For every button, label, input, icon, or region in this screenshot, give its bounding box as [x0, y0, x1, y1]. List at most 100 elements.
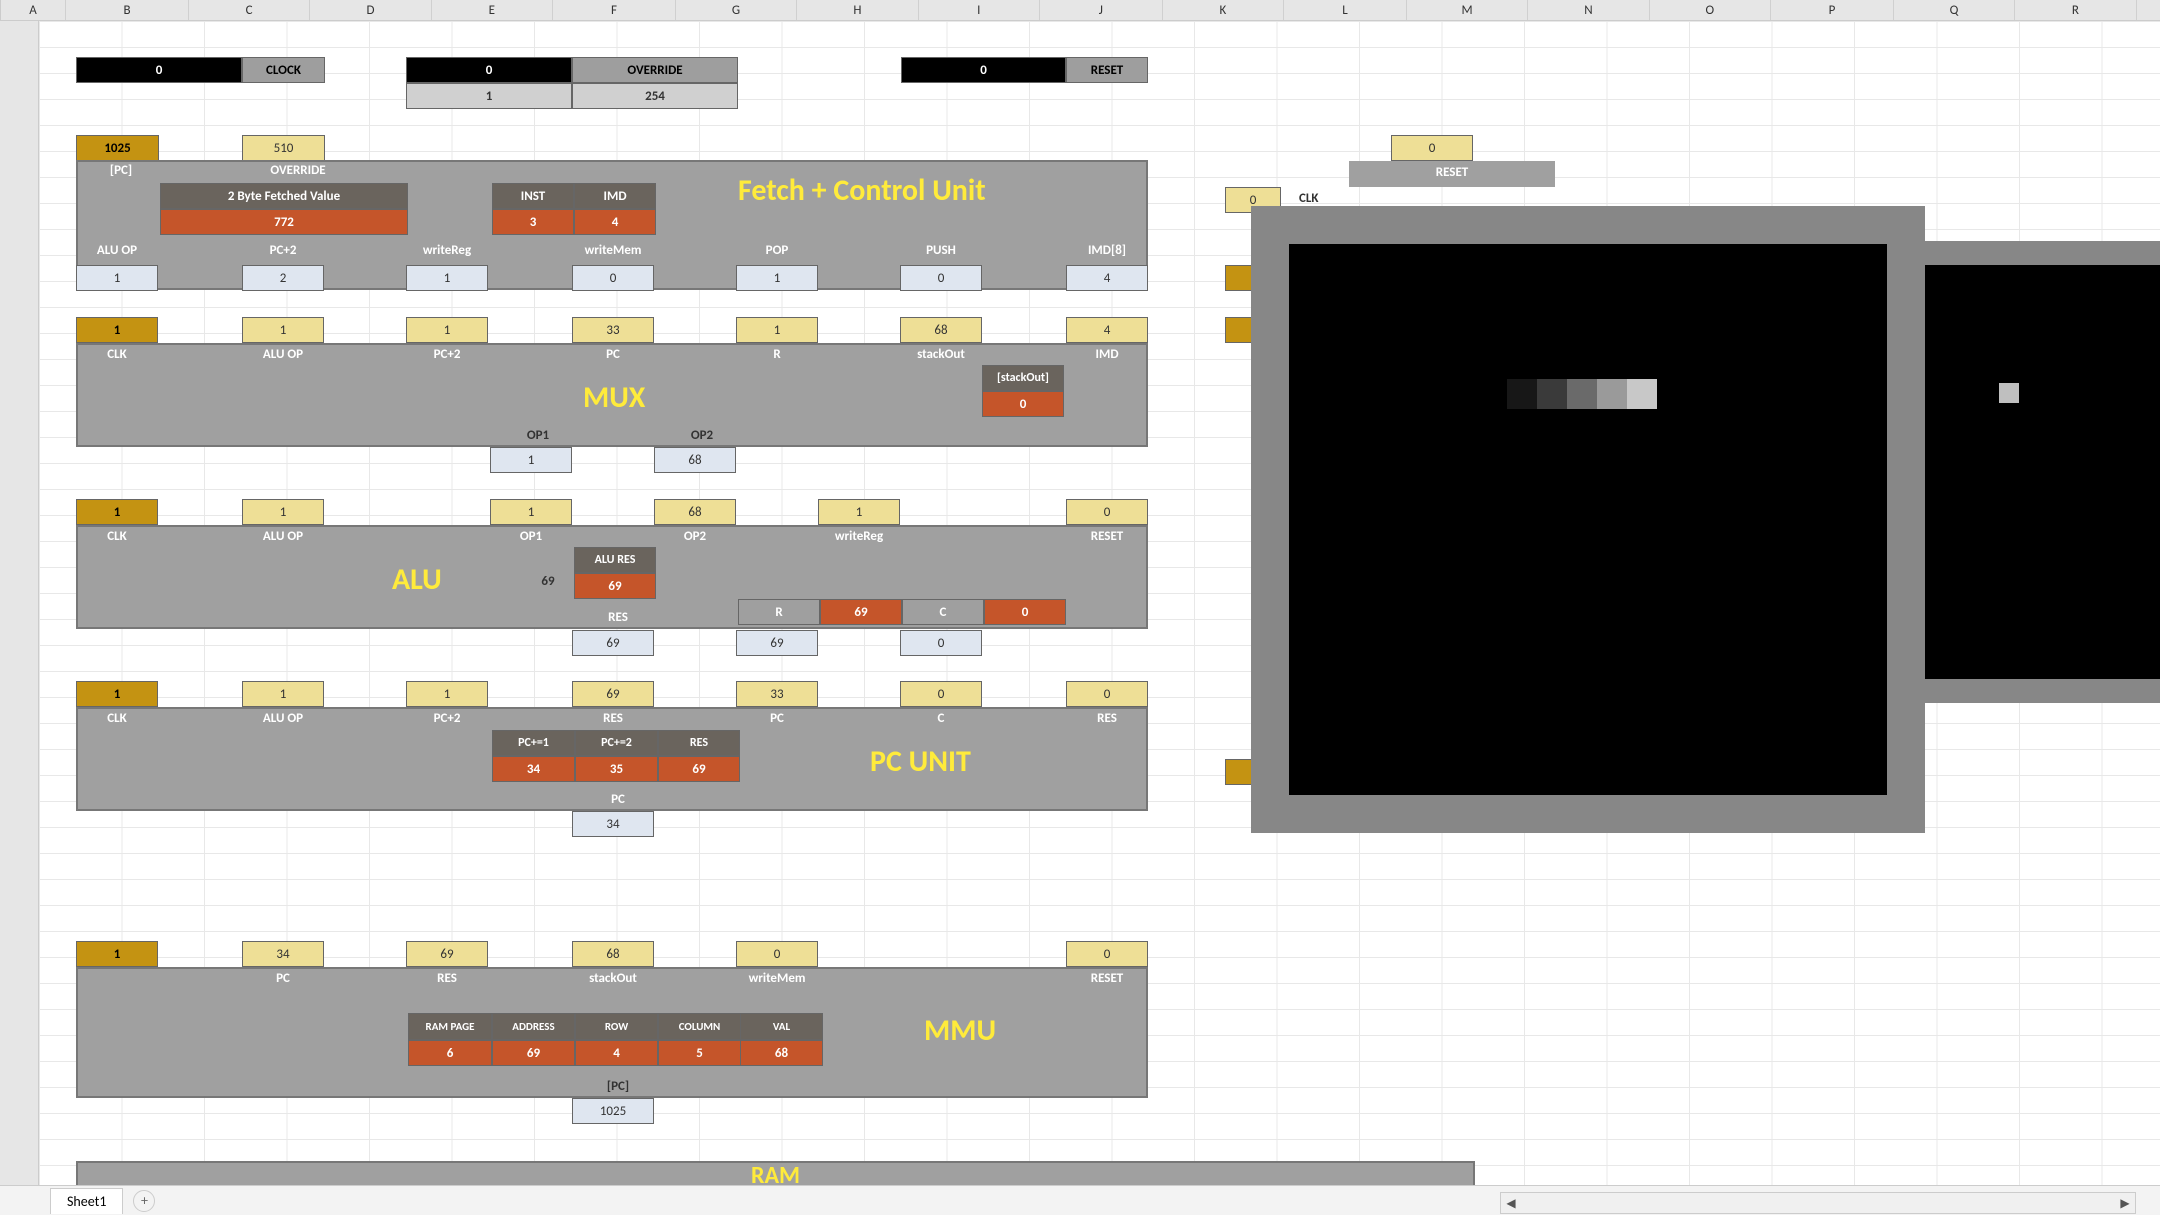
inval-alu-invals-0[interactable]: 1 [76, 499, 158, 525]
mmu-td-2[interactable]: 4 [575, 1040, 658, 1066]
fetch-override-val[interactable]: 510 [242, 135, 325, 161]
inval-mux-invals-0[interactable]: 1 [76, 317, 158, 343]
override-button[interactable]: OVERRIDE [572, 57, 738, 83]
inlbl-mux-invals-5: stackOut [880, 347, 1002, 362]
col-A[interactable]: A [1, 0, 66, 20]
reset-button[interactable]: RESET [1066, 57, 1148, 83]
scroll-right-icon[interactable]: ▶ [2115, 1193, 2135, 1213]
pcres-val[interactable]: 69 [658, 756, 740, 782]
col-L[interactable]: L [1284, 0, 1407, 20]
col-D[interactable]: D [310, 0, 431, 20]
inval-mux-invals-5[interactable]: 68 [900, 317, 982, 343]
inval-mux-invals-4[interactable]: 1 [736, 317, 818, 343]
inval-pc-invals-0[interactable]: 1 [76, 681, 158, 707]
fetch-outval-5[interactable]: 0 [900, 265, 982, 291]
alu-c-val[interactable]: 0 [984, 599, 1066, 625]
col-J[interactable]: J [1040, 0, 1163, 20]
sheet-tab-1[interactable]: Sheet1 [50, 1188, 123, 1214]
col-C[interactable]: C [189, 0, 310, 20]
clock-value[interactable]: 0 [76, 57, 242, 83]
inval-alu-invals-2[interactable]: 1 [490, 499, 572, 525]
mux-op2-label: OP2 [662, 428, 742, 443]
right-top-val[interactable]: 0 [1391, 135, 1473, 161]
inval-mmu-invals-1[interactable]: 34 [242, 941, 324, 967]
inval-mmu-invals-4[interactable]: 0 [736, 941, 818, 967]
inval-mmu-invals-0[interactable]: 1 [76, 941, 158, 967]
fetch-outval-2[interactable]: 1 [406, 265, 488, 291]
right-reset-bar: RESET [1349, 161, 1555, 187]
inlbl-pc-invals-4: PC [716, 711, 838, 726]
add-sheet-button[interactable]: + [133, 1190, 155, 1212]
pc2-val[interactable]: 35 [575, 756, 658, 782]
alu-r-val[interactable]: 69 [820, 599, 902, 625]
fetch-imd-val[interactable]: 4 [574, 209, 656, 235]
mmu-unit: MMU RAM PAGE6ADDRESS69ROW4COLUMN5VAL68 [… [76, 967, 1148, 1098]
col-O[interactable]: O [1650, 0, 1771, 20]
inlbl-pc-invals-6: RES [1046, 711, 1168, 726]
inval-alu-invals-3[interactable]: 68 [654, 499, 736, 525]
fetch-outval-6[interactable]: 4 [1066, 265, 1148, 291]
clock-button[interactable]: CLOCK [242, 57, 325, 83]
inval-pc-invals-5[interactable]: 0 [900, 681, 982, 707]
pc-pc-val[interactable]: 34 [572, 811, 654, 837]
fetch-outval-3[interactable]: 0 [572, 265, 654, 291]
alu-below-res[interactable]: 69 [572, 630, 654, 656]
inval-pc-invals-2[interactable]: 1 [406, 681, 488, 707]
inval-alu-invals-4[interactable]: 1 [818, 499, 900, 525]
horizontal-scrollbar[interactable]: ◀ ▶ [1500, 1192, 2136, 1214]
col-H[interactable]: H [797, 0, 918, 20]
alu-below-c[interactable]: 0 [900, 630, 982, 656]
col-G[interactable]: G [676, 0, 797, 20]
mmu-td-0[interactable]: 6 [408, 1040, 492, 1066]
col-F[interactable]: F [553, 0, 676, 20]
alu-alures-val[interactable]: 69 [574, 573, 656, 599]
pc1-val[interactable]: 34 [492, 756, 575, 782]
mmu-td-1[interactable]: 69 [492, 1040, 575, 1066]
mmu-pc-val[interactable]: 1025 [572, 1098, 654, 1124]
fetch-bytes-val[interactable]: 772 [160, 209, 408, 235]
col-R[interactable]: R [2015, 0, 2136, 20]
col-N[interactable]: N [1528, 0, 1649, 20]
col-B[interactable]: B [66, 0, 189, 20]
inval-mux-invals-2[interactable]: 1 [406, 317, 488, 343]
col-K[interactable]: K [1163, 0, 1284, 20]
fetch-pc-val[interactable]: 1025 [76, 135, 159, 161]
inval-mux-invals-6[interactable]: 4 [1066, 317, 1148, 343]
inval-pc-invals-4[interactable]: 33 [736, 681, 818, 707]
mmu-td-3[interactable]: 5 [658, 1040, 741, 1066]
inval-pc-invals-1[interactable]: 1 [242, 681, 324, 707]
inval-mmu-invals-3[interactable]: 68 [572, 941, 654, 967]
inval-mux-invals-1[interactable]: 1 [242, 317, 324, 343]
inval-pc-invals-6[interactable]: 0 [1066, 681, 1148, 707]
inval-mmu-invals-6[interactable]: 0 [1066, 941, 1148, 967]
fetch-outval-0[interactable]: 1 [76, 265, 158, 291]
mux-op1-val[interactable]: 1 [490, 447, 572, 473]
scroll-left-icon[interactable]: ◀ [1501, 1193, 1521, 1213]
inval-mmu-invals-2[interactable]: 69 [406, 941, 488, 967]
grid-area[interactable]: 0 CLOCK 0 OVERRIDE 1 254 0 RESET 1025 51… [39, 21, 2160, 1185]
inval-alu-invals-1[interactable]: 1 [242, 499, 324, 525]
mmu-td-4[interactable]: 68 [740, 1040, 823, 1066]
mux-op2-val[interactable]: 68 [654, 447, 736, 473]
col-E[interactable]: E [432, 0, 553, 20]
col-P[interactable]: P [1771, 0, 1894, 20]
col-S[interactable]: S [2137, 0, 2160, 20]
mmu-th-2: ROW [575, 1013, 658, 1040]
override-value[interactable]: 0 [406, 57, 572, 83]
col-M[interactable]: M [1407, 0, 1528, 20]
fetch-outval-4[interactable]: 1 [736, 265, 818, 291]
col-I[interactable]: I [919, 0, 1040, 20]
override-sub-a[interactable]: 1 [406, 83, 572, 109]
col-Q[interactable]: Q [1894, 0, 2015, 20]
fetch-outval-1[interactable]: 2 [242, 265, 324, 291]
fetch-inst-val[interactable]: 3 [492, 209, 574, 235]
mux-stackout-val[interactable]: 0 [982, 391, 1064, 417]
override-sub-b[interactable]: 254 [572, 83, 738, 109]
alu-below-r[interactable]: 69 [736, 630, 818, 656]
reset-value[interactable]: 0 [901, 57, 1066, 83]
inval-alu-invals-5[interactable]: 0 [1066, 499, 1148, 525]
inlbl-pc-invals-3: RES [552, 711, 674, 726]
fetch-override-label: OVERRIDE [248, 163, 348, 178]
inval-pc-invals-3[interactable]: 69 [572, 681, 654, 707]
inval-mux-invals-3[interactable]: 33 [572, 317, 654, 343]
